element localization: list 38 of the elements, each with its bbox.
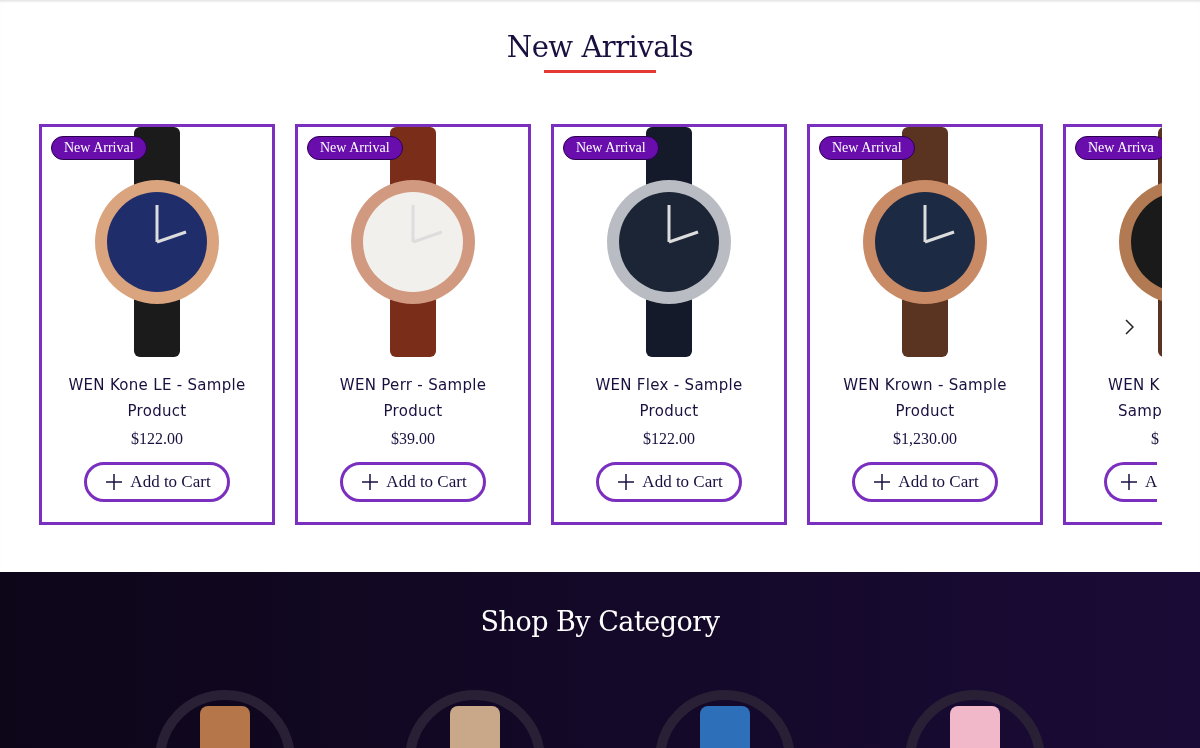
add-to-cart-button[interactable]: Add to Cart (852, 462, 998, 502)
plus-icon (362, 474, 379, 490)
product-price: $ (1151, 430, 1159, 448)
new-arrival-badge: New Arrival (563, 136, 659, 160)
product-name[interactable]: WEN K (1108, 372, 1160, 398)
add-to-cart-button[interactable]: Add to Cart (596, 462, 742, 502)
photo-placeholder (200, 706, 250, 748)
photo-placeholder (700, 706, 750, 748)
new-arrival-badge: New Arrival (819, 136, 915, 160)
product-price: $39.00 (391, 430, 435, 448)
plus-icon (1121, 474, 1137, 490)
product-name[interactable]: WEN Krown - Sample Product (825, 372, 1025, 424)
new-arrival-badge: New Arrival (51, 136, 147, 160)
photo-placeholder (450, 706, 500, 748)
product-name[interactable]: WEN Kone LE - Sample Product (57, 372, 257, 424)
plus-icon (874, 474, 891, 490)
product-card[interactable]: New Arrival WEN Perr - Sample Product $39.00 Add to Cart (295, 124, 531, 525)
product-price: $122.00 (131, 430, 183, 448)
product-name[interactable]: WEN Perr - Sample Product (313, 372, 513, 424)
plus-icon (618, 474, 635, 490)
new-arrival-badge: New Arrival (307, 136, 403, 160)
product-card[interactable]: New Arrival WEN Flex - Sample Product $122.00 Add to Cart (551, 124, 787, 525)
plus-icon (106, 474, 123, 490)
add-to-cart-button[interactable]: A (1104, 462, 1158, 502)
product-card[interactable]: New Arrival WEN Krown - Sample Product $1,230.00 Add to Cart (807, 124, 1043, 525)
product-name[interactable]: Samp (1118, 398, 1162, 424)
add-to-cart-button[interactable]: Add to Cart (340, 462, 486, 502)
section-title: Shop By Category (479, 605, 721, 637)
product-card[interactable]: New Arrival WEN Kone LE - Sample Product $122.00 Add to Cart (39, 124, 275, 525)
section-title: New Arrivals (505, 29, 695, 64)
product-price: $122.00 (643, 430, 695, 448)
product-price: $1,230.00 (893, 430, 957, 448)
product-name[interactable]: WEN Flex - Sample Product (569, 372, 769, 424)
add-to-cart-button[interactable]: Add to Cart (84, 462, 230, 502)
new-arrival-badge: New Arriva (1075, 136, 1162, 160)
product-card[interactable]: New Arriva WEN K Samp $ A (1063, 124, 1162, 525)
photo-placeholder (950, 706, 1000, 748)
chevron-right-icon[interactable] (1124, 319, 1134, 335)
